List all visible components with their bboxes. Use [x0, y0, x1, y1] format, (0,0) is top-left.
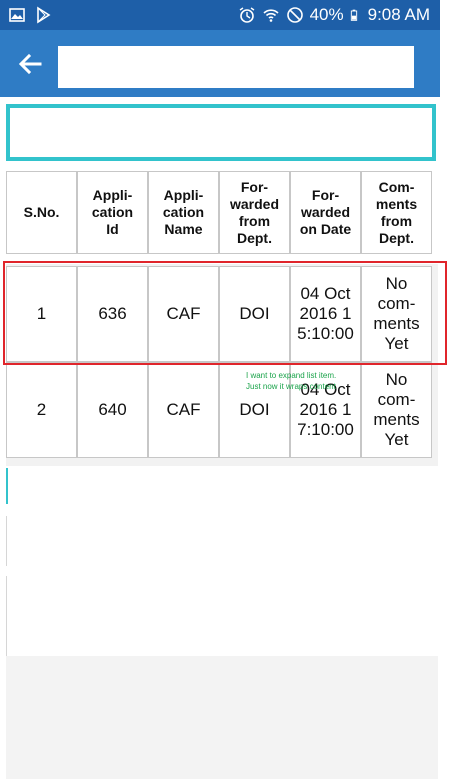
header-cell-forwarded-date: For- warded on Date	[290, 171, 361, 254]
clock: 9:08 AM	[367, 5, 430, 24]
empty-list-white	[6, 466, 438, 656]
header-cell-forwarded-from: For- warded from Dept.	[219, 171, 290, 254]
header-cell-application-id: Appli- cation Id	[77, 171, 148, 254]
annotation-note: I want to expand list item. Just now it …	[246, 371, 337, 391]
wifi-icon	[263, 9, 279, 22]
app-bar	[0, 30, 440, 97]
play-store-icon	[37, 6, 51, 24]
battery-icon	[350, 9, 357, 21]
row-2-comments: No com- ments Yet	[361, 362, 432, 458]
no-disturb-icon	[286, 7, 303, 23]
row-2-sno: 2	[6, 362, 77, 458]
header-cell-comments: Com- ments from Dept.	[361, 171, 432, 254]
row-2-application-name: CAF	[148, 362, 219, 458]
search-input[interactable]	[6, 104, 436, 161]
highlight-box	[3, 261, 447, 365]
header-cell-application-name: Appli- cation Name	[148, 171, 219, 254]
battery-percent: 40%	[309, 5, 344, 24]
alarm-icon	[239, 7, 254, 23]
status-left-icons	[8, 6, 52, 24]
list-edge-line	[6, 516, 7, 566]
header-cell-sno: S.No.	[6, 171, 77, 254]
image-icon	[9, 8, 25, 22]
arrow-left-icon[interactable]	[14, 48, 46, 80]
list-edge-accent	[6, 468, 8, 504]
row-2-application-id: 640	[77, 362, 148, 458]
status-bar: 40% 9:08 AM	[0, 0, 440, 30]
status-right: 40% 9:08 AM	[238, 5, 430, 25]
title-field[interactable]	[58, 46, 414, 88]
list-edge-line	[6, 576, 7, 656]
